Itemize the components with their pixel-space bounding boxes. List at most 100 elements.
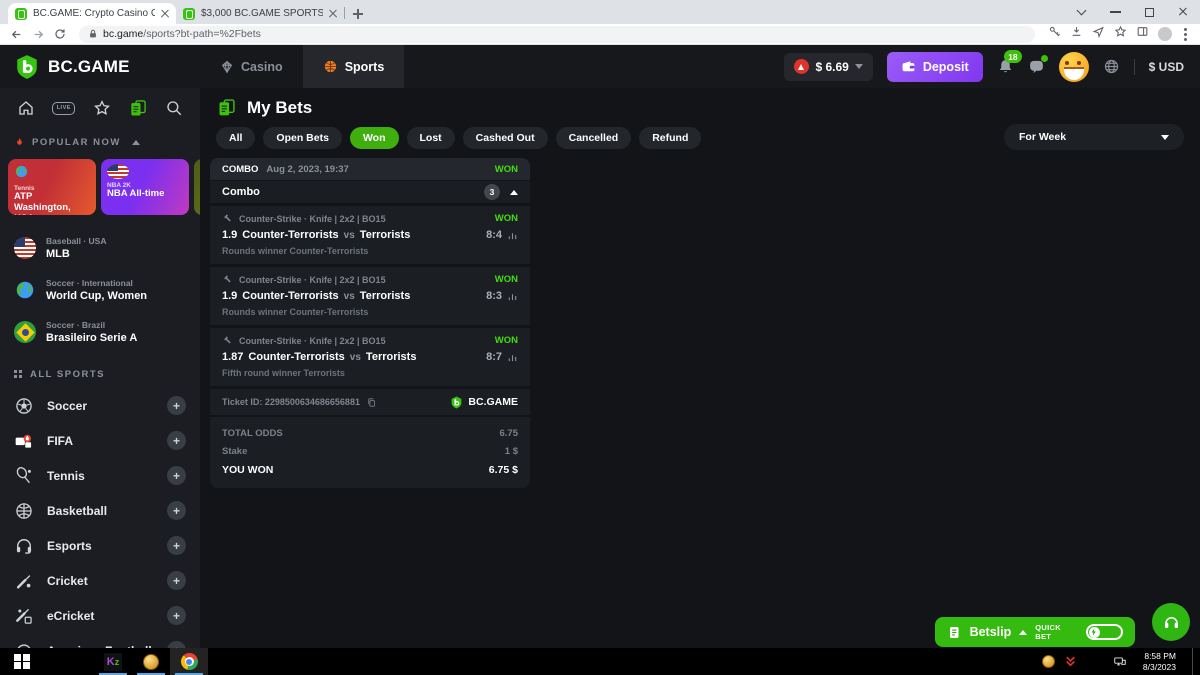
side-panel-icon[interactable] (1136, 25, 1149, 43)
add-button[interactable]: + (167, 466, 186, 485)
bcgame-logo[interactable]: BC.GAME (0, 54, 200, 80)
team2: Terrorists (366, 351, 417, 363)
flame-icon (14, 136, 25, 149)
counter-strike-icon (222, 335, 233, 346)
sidebar-item-esports[interactable]: Esports + (0, 528, 200, 563)
leg-score: 8:7 (486, 351, 502, 363)
profile-avatar[interactable] (1158, 27, 1172, 41)
tab-close-icon[interactable] (161, 10, 169, 18)
add-button[interactable]: + (167, 501, 186, 520)
tray-coin-icon[interactable] (1042, 655, 1055, 668)
filter-open-bets[interactable]: Open Bets (263, 127, 342, 149)
restore-button[interactable] (1132, 0, 1166, 24)
avax-token-icon (794, 59, 809, 74)
password-key-icon[interactable] (1048, 25, 1061, 43)
add-button[interactable]: + (167, 431, 186, 450)
popular-card-tennis[interactable]: Tennis ATP Washington, USA (8, 159, 96, 215)
football-helmet-icon (14, 641, 34, 649)
close-button[interactable] (1166, 0, 1200, 24)
currency-selector[interactable]: $ USD (1149, 60, 1184, 74)
chat-icon[interactable] (1028, 58, 1045, 75)
address-bar[interactable]: bc.game/sports?bt-path=%2Fbets (79, 26, 1035, 43)
show-desktop-button[interactable] (1192, 648, 1196, 675)
nav-sports[interactable]: Sports (303, 45, 405, 88)
user-avatar[interactable] (1059, 52, 1089, 82)
balance-selector[interactable]: $ 6.69 (784, 53, 872, 81)
taskbar-app-coin[interactable] (132, 648, 170, 675)
network-icon[interactable] (1113, 655, 1127, 669)
filter-cashed-out[interactable]: Cashed Out (463, 127, 548, 149)
add-button[interactable]: + (167, 571, 186, 590)
filter-won[interactable]: Won (350, 127, 399, 149)
sidebar-item-tennis[interactable]: Tennis + (0, 458, 200, 493)
popular-item-mlb[interactable]: Baseball · USAMLB (0, 227, 200, 269)
tab-search-button[interactable] (1064, 0, 1098, 24)
add-button[interactable]: + (167, 606, 186, 625)
reload-icon[interactable] (54, 28, 66, 40)
sidebar-item-soccer[interactable]: Soccer + (0, 388, 200, 423)
live-icon[interactable]: LIVE (52, 102, 75, 115)
notifications-bell-icon[interactable]: 18 (997, 58, 1014, 75)
home-icon[interactable] (16, 98, 36, 118)
sidebar-item-basketball[interactable]: Basketball + (0, 493, 200, 528)
popular-item-brasileiro[interactable]: Soccer · BrazilBrasileiro Serie A (0, 311, 200, 353)
sports-basketball-icon (323, 59, 338, 74)
add-button[interactable]: + (167, 396, 186, 415)
back-icon[interactable] (10, 28, 23, 41)
popular-item-worldcup[interactable]: Soccer · InternationalWorld Cup, Women (0, 269, 200, 311)
bookmark-star-icon[interactable] (1114, 25, 1127, 43)
support-button[interactable] (1152, 603, 1190, 641)
language-globe-icon[interactable] (1103, 58, 1120, 75)
filter-all[interactable]: All (216, 127, 255, 149)
new-tab-button[interactable] (353, 9, 363, 19)
bcgame-ticket-logo: BC.GAME (450, 396, 518, 409)
ecricket-icon (14, 606, 34, 626)
casino-diamond-icon (220, 60, 234, 74)
bet-type: COMBO (222, 164, 258, 175)
tab-close-icon[interactable] (329, 10, 337, 18)
sidebar-item-ecricket[interactable]: eCricket + (0, 598, 200, 633)
copy-icon[interactable] (366, 397, 377, 408)
betslip-bar[interactable]: Betslip QUICK BET (935, 617, 1135, 647)
stats-icon[interactable] (507, 230, 518, 241)
share-icon[interactable] (1092, 25, 1105, 43)
leg-league: Counter-Strike · Knife | 2x2 | BO15 (239, 214, 386, 224)
tray-download-icon[interactable] (1064, 655, 1077, 668)
stats-icon[interactable] (507, 352, 518, 363)
my-bets-icon[interactable] (128, 98, 148, 118)
browser-tab-active[interactable]: BC.GAME: Crypto Casino Games (8, 3, 176, 24)
start-button[interactable] (0, 648, 44, 675)
bet-leg: Counter-Strike · Knife | 2x2 | BO15 WON … (210, 206, 530, 264)
browser-tab-inactive[interactable]: $3,000 BC.GAME SPORTS PARLA (176, 3, 344, 24)
search-icon[interactable] (164, 98, 184, 118)
sidebar-item-cricket[interactable]: Cricket + (0, 563, 200, 598)
minimize-button[interactable] (1098, 0, 1132, 24)
popular-cards: Tennis ATP Washington, USA NBA 2K NBA Al… (0, 157, 200, 219)
add-button[interactable]: + (167, 536, 186, 555)
taskbar-app-kz[interactable]: Kz (94, 648, 132, 675)
team2: Terrorists (360, 290, 411, 302)
filter-cancelled[interactable]: Cancelled (556, 127, 632, 149)
nav-casino[interactable]: Casino (200, 45, 303, 88)
taskbar-app-chrome[interactable] (170, 648, 208, 675)
sidebar-item-american-football[interactable]: American Football + (0, 633, 200, 648)
popular-card-nba2k[interactable]: NBA 2K NBA All-time (101, 159, 189, 215)
download-icon[interactable] (1070, 25, 1083, 43)
period-dropdown[interactable]: For Week (1004, 124, 1184, 150)
deposit-button[interactable]: Deposit (887, 52, 983, 82)
filter-refund[interactable]: Refund (639, 127, 701, 149)
soccer-icon (14, 396, 34, 416)
stats-icon[interactable] (507, 291, 518, 302)
combo-name: Combo (222, 186, 474, 198)
add-button[interactable]: + (167, 641, 186, 648)
forward-icon[interactable] (32, 28, 45, 41)
favorites-star-icon[interactable] (92, 98, 112, 118)
sidebar-item-fifa[interactable]: FIFA + (0, 423, 200, 458)
tennis-icon (14, 466, 34, 486)
filter-lost[interactable]: Lost (407, 127, 455, 149)
quick-bet-toggle[interactable] (1086, 624, 1123, 640)
combo-toggle-row[interactable]: Combo 3 (210, 181, 530, 203)
clock[interactable]: 8:58 PM 8/3/2023 (1136, 651, 1183, 672)
popular-now-header[interactable]: POPULAR NOW (0, 124, 200, 157)
browser-menu-icon[interactable] (1184, 33, 1187, 36)
